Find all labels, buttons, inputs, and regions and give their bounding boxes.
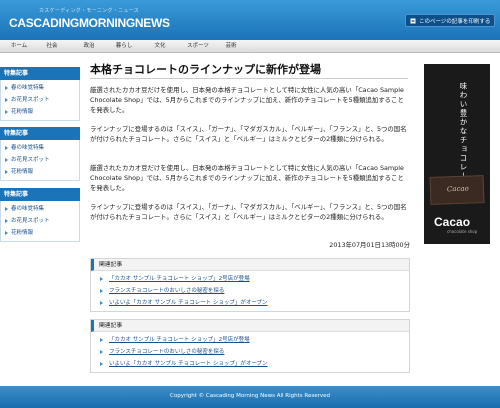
related-link[interactable]: いよいよ「カカオ サンプル チョコレート ショップ」がオープン bbox=[91, 358, 409, 370]
article-title: 本格チョコレートのラインナップに新作が登場 bbox=[90, 63, 321, 76]
related-link[interactable]: いよいよ「カカオ サンプル チョコレート ショップ」がオープン bbox=[91, 297, 409, 309]
site-logo[interactable]: カスケーディング・モーニング・ニュース CASCADINGMORNINGNEWS bbox=[9, 6, 170, 34]
related-link-label: フランスチョコレートのおいしさの秘密を探る bbox=[109, 349, 225, 355]
ad-banner[interactable]: 味わい豊かなチョコレート。 Cacao Cacao chocolate shop bbox=[424, 64, 490, 244]
sidebar-item-hanami[interactable]: お花見スポット bbox=[1, 154, 79, 166]
sidebar-item-label: お花見スポット bbox=[11, 157, 50, 163]
sidebar-item-pollen[interactable]: 花粉情報 bbox=[1, 106, 79, 118]
arrow-right-icon bbox=[5, 98, 8, 102]
article-paragraph: ラインナップに登場するのは「スイス」、「ガーナ」、「マダガスカル」、「ベルギー」… bbox=[90, 203, 407, 221]
title-divider bbox=[90, 78, 408, 79]
print-article-button[interactable]: このページの記事を印刷する bbox=[405, 14, 495, 27]
site-header: カスケーディング・モーニング・ニュース CASCADINGMORNINGNEWS… bbox=[0, 0, 500, 40]
sidebar-item-spring-taste[interactable]: 春の味覚特集 bbox=[1, 142, 79, 154]
sidebar-item-pollen[interactable]: 花粉情報 bbox=[1, 227, 79, 239]
logo-part-morning: MORNING bbox=[78, 16, 135, 30]
sidebar-item-label: 春の味覚特集 bbox=[11, 206, 45, 212]
print-article-label: このページの記事を印刷する bbox=[419, 18, 491, 25]
sidebar-item-hanami[interactable]: お花見スポット bbox=[1, 215, 79, 227]
sidebar-section: 特集記事 春の味覚特集 お花見スポット 花粉情報 bbox=[0, 188, 80, 242]
nav-item-arts[interactable]: 芸術 bbox=[224, 40, 238, 53]
ad-brand-logo: Cacao bbox=[434, 215, 471, 229]
sidebar-item-label: 花粉情報 bbox=[11, 169, 34, 175]
arrow-right-icon bbox=[100, 350, 103, 354]
arrow-right-icon bbox=[5, 110, 8, 114]
nav-item-sports[interactable]: スポーツ bbox=[184, 40, 212, 53]
sidebar-list: 春の味覚特集 お花見スポット 花粉情報 bbox=[0, 140, 80, 181]
sidebar-item-label: 春の味覚特集 bbox=[11, 145, 45, 151]
sidebar-section: 特集記事 春の味覚特集 お花見スポット 花粉情報 bbox=[0, 127, 80, 181]
ad-chocolate-card: Cacao bbox=[429, 175, 485, 205]
arrow-right-icon bbox=[100, 362, 103, 366]
sidebar-heading: 特集記事 bbox=[0, 188, 80, 201]
article-paragraph: 厳選されたカカオ豆だけを使用し、日本発の本格チョコレートとして特に女性に人気の高… bbox=[90, 164, 404, 192]
arrow-right-icon bbox=[100, 301, 103, 305]
related-list: 「カカオ サンプル チョコレート ショップ」2号店が登場 フランスチョコレートの… bbox=[91, 332, 409, 372]
arrow-right-icon bbox=[5, 207, 8, 211]
sidebar-item-spring-taste[interactable]: 春の味覚特集 bbox=[1, 203, 79, 215]
article-paragraph: ラインナップに登場するのは「スイス」、「ガーナ」、「マダガスカル」、「ベルギー」… bbox=[90, 125, 407, 143]
ad-brand-sub: chocolate shop bbox=[447, 229, 478, 234]
arrow-right-icon bbox=[100, 289, 103, 293]
nav-item-life[interactable]: 暮らし bbox=[113, 40, 135, 53]
related-link-label: いよいよ「カカオ サンプル チョコレート ショップ」がオープン bbox=[109, 300, 268, 306]
arrow-right-icon bbox=[5, 170, 8, 174]
related-articles: 関連記事 「カカオ サンプル チョコレート ショップ」2号店が登場 フランスチョ… bbox=[90, 319, 410, 373]
sidebar-item-spring-taste[interactable]: 春の味覚特集 bbox=[1, 82, 79, 94]
related-link-label: 「カカオ サンプル チョコレート ショップ」2号店が登場 bbox=[109, 276, 250, 282]
related-heading: 関連記事 bbox=[91, 320, 409, 332]
related-link-label: フランスチョコレートのおいしさの秘密を探る bbox=[109, 288, 225, 294]
related-list: 「カカオ サンプル チョコレート ショップ」2号店が登場 フランスチョコレートの… bbox=[91, 271, 409, 311]
sidebar-item-label: 花粉情報 bbox=[11, 109, 34, 115]
related-articles: 関連記事 「カカオ サンプル チョコレート ショップ」2号店が登場 フランスチョ… bbox=[90, 258, 410, 312]
arrow-right-icon bbox=[100, 277, 103, 281]
sidebar-section: 特集記事 春の味覚特集 お花見スポット 花粉情報 bbox=[0, 67, 80, 121]
arrow-right-icon bbox=[5, 158, 8, 162]
sidebar-item-label: お花見スポット bbox=[11, 97, 50, 103]
related-heading: 関連記事 bbox=[91, 259, 409, 271]
related-link[interactable]: 「カカオ サンプル チョコレート ショップ」2号店が登場 bbox=[91, 334, 409, 346]
arrow-right-icon bbox=[100, 338, 103, 342]
related-link-label: 「カカオ サンプル チョコレート ショップ」2号店が登場 bbox=[109, 337, 250, 343]
logo-tagline: カスケーディング・モーニング・ニュース bbox=[39, 8, 140, 14]
nav-item-culture[interactable]: 文化 bbox=[153, 40, 167, 53]
copyright: Copyright © Cascading Morning News All R… bbox=[170, 393, 330, 399]
arrow-right-icon bbox=[5, 219, 8, 223]
logo-part-news: NEWS bbox=[134, 16, 170, 30]
nav-item-politics[interactable]: 政治 bbox=[82, 40, 96, 53]
arrow-right-icon bbox=[5, 146, 8, 150]
arrow-right-icon bbox=[5, 86, 8, 90]
global-nav: ホーム 社会 政治 暮らし 文化 スポーツ 芸術 bbox=[0, 40, 500, 53]
related-link[interactable]: 「カカオ サンプル チョコレート ショップ」2号店が登場 bbox=[91, 273, 409, 285]
sidebar-item-label: 花粉情報 bbox=[11, 230, 34, 236]
sidebar-item-label: 春の味覚特集 bbox=[11, 85, 45, 91]
nav-item-society[interactable]: 社会 bbox=[45, 40, 59, 53]
nav-item-home[interactable]: ホーム bbox=[8, 40, 30, 53]
article-paragraph: 厳選されたカカオ豆だけを使用し、日本発の本格チョコレートとして特に女性に人気の高… bbox=[90, 86, 404, 114]
related-link-label: いよいよ「カカオ サンプル チョコレート ショップ」がオープン bbox=[109, 361, 268, 367]
sidebar-heading: 特集記事 bbox=[0, 67, 80, 80]
arrow-right-icon bbox=[5, 231, 8, 235]
logo-wordmark: CASCADINGMORNINGNEWS bbox=[9, 16, 170, 30]
sidebar-list: 春の味覚特集 お花見スポット 花粉情報 bbox=[0, 201, 80, 242]
sidebar-list: 春の味覚特集 お花見スポット 花粉情報 bbox=[0, 80, 80, 121]
logo-part-cascading: CASCADING bbox=[9, 16, 79, 30]
site-footer: Copyright © Cascading Morning News All R… bbox=[0, 386, 500, 408]
article-date: 2013年07月01日13時00分 bbox=[329, 241, 410, 249]
sidebar-item-hanami[interactable]: お花見スポット bbox=[1, 94, 79, 106]
sidebar-heading: 特集記事 bbox=[0, 127, 80, 140]
related-link[interactable]: フランスチョコレートのおいしさの秘密を探る bbox=[91, 346, 409, 358]
sidebar-item-pollen[interactable]: 花粉情報 bbox=[1, 166, 79, 178]
sidebar-item-label: お花見スポット bbox=[11, 218, 50, 224]
print-icon bbox=[410, 18, 416, 23]
related-link[interactable]: フランスチョコレートのおいしさの秘密を探る bbox=[91, 285, 409, 297]
ad-card-text: Cacao bbox=[446, 184, 469, 194]
